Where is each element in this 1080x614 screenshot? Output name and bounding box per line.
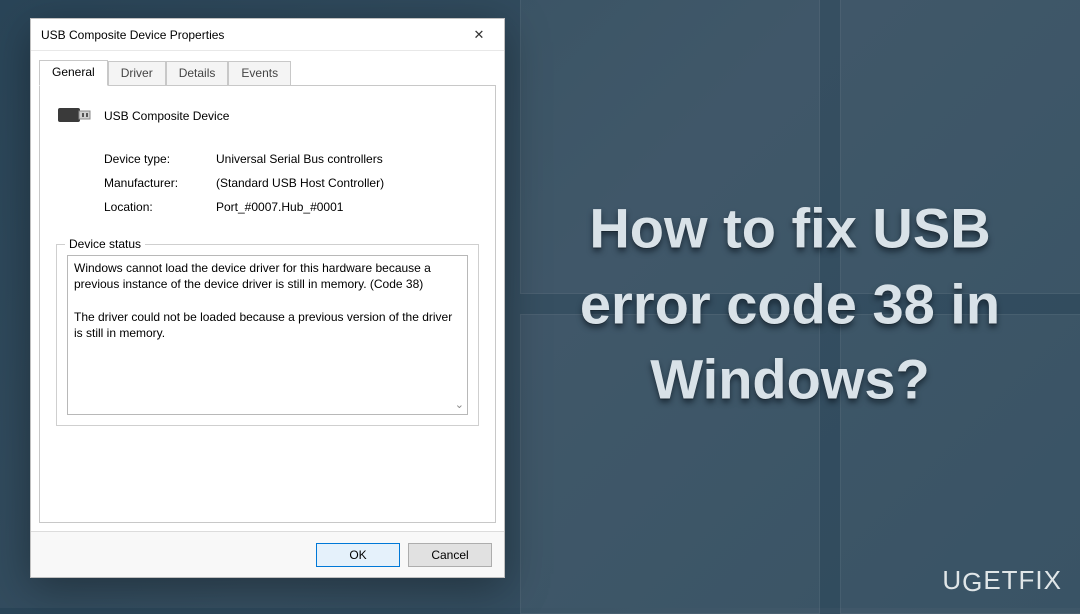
dialog-titlebar: USB Composite Device Properties ✕: [31, 19, 504, 51]
dialog-title: USB Composite Device Properties: [41, 28, 464, 42]
site-watermark: UGETFIX: [942, 565, 1062, 596]
tab-general[interactable]: General: [39, 60, 108, 86]
usb-device-icon: [56, 102, 92, 130]
manufacturer-value: (Standard USB Host Controller): [216, 176, 479, 190]
tab-details[interactable]: Details: [166, 61, 229, 86]
device-info: Device type: Universal Serial Bus contro…: [104, 152, 479, 224]
location-label: Location:: [104, 200, 216, 214]
device-type-label: Device type:: [104, 152, 216, 166]
location-value: Port_#0007.Hub_#0001: [216, 200, 479, 214]
cancel-button[interactable]: Cancel: [408, 543, 492, 567]
dialog-button-bar: OK Cancel: [31, 531, 504, 577]
tab-panel-general: USB Composite Device Device type: Univer…: [39, 85, 496, 523]
close-button[interactable]: ✕: [464, 27, 494, 43]
device-status-text[interactable]: Windows cannot load the device driver fo…: [67, 255, 468, 415]
tab-events[interactable]: Events: [228, 61, 291, 86]
article-headline: How to fix USB error code 38 in Windows?: [530, 191, 1050, 418]
device-status-fieldset: Device status Windows cannot load the de…: [56, 244, 479, 426]
close-icon: ✕: [474, 27, 485, 42]
tabstrip: General Driver Details Events: [31, 51, 504, 85]
device-name: USB Composite Device: [104, 109, 229, 123]
scroll-down-icon: ⌄: [455, 398, 464, 411]
device-properties-dialog: USB Composite Device Properties ✕ Genera…: [30, 18, 505, 578]
manufacturer-label: Manufacturer:: [104, 176, 216, 190]
tab-driver[interactable]: Driver: [108, 61, 166, 86]
device-header: USB Composite Device: [56, 102, 479, 130]
device-status-legend: Device status: [65, 237, 145, 251]
device-type-value: Universal Serial Bus controllers: [216, 152, 479, 166]
ok-button[interactable]: OK: [316, 543, 400, 567]
